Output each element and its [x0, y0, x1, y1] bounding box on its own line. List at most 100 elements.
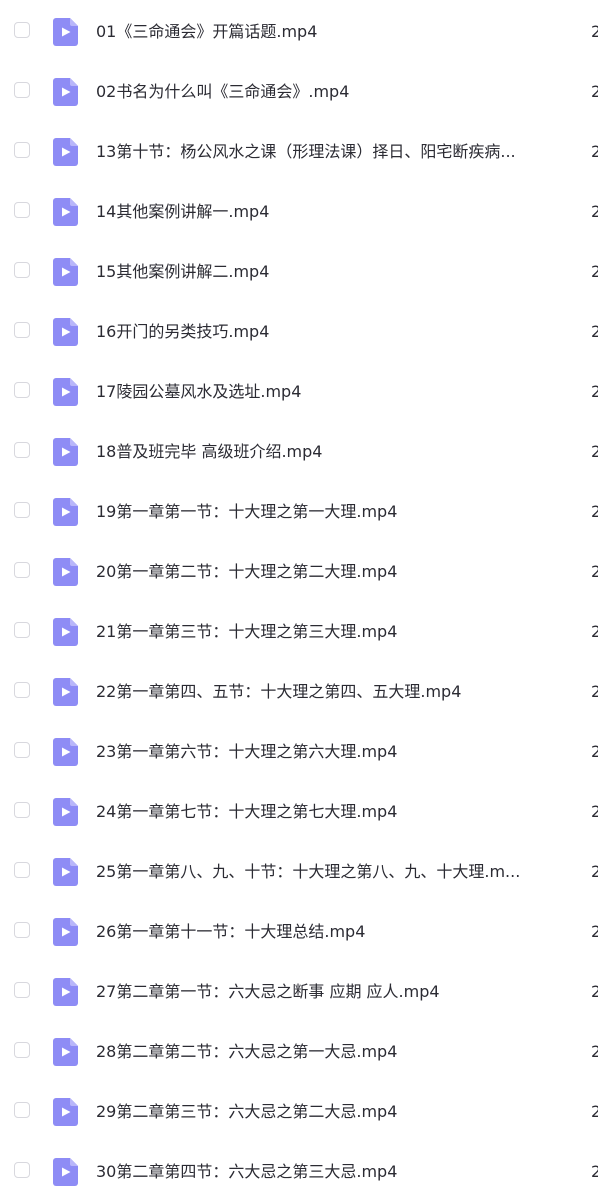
row-checkbox[interactable]	[14, 442, 30, 458]
file-name[interactable]: 20第一章第二节：十大理之第二大理.mp4	[96, 542, 574, 602]
video-file-icon	[53, 978, 78, 1006]
row-checkbox[interactable]	[14, 1162, 30, 1178]
file-name[interactable]: 26第一章第十一节：十大理总结.mp4	[96, 902, 574, 962]
file-row[interactable]: 16开门的另类技巧.mp4 2	[0, 302, 598, 362]
video-file-icon	[53, 678, 78, 706]
row-checkbox[interactable]	[14, 562, 30, 578]
file-name[interactable]: 24第一章第七节：十大理之第七大理.mp4	[96, 782, 574, 842]
video-file-icon	[53, 558, 78, 586]
video-file-icon	[53, 738, 78, 766]
file-size: 2	[591, 1162, 598, 1181]
video-file-icon	[53, 1038, 78, 1066]
file-row[interactable]: 22第一章第四、五节：十大理之第四、五大理.mp4 2	[0, 662, 598, 722]
row-checkbox[interactable]	[14, 682, 30, 698]
file-name[interactable]: 23第一章第六节：十大理之第六大理.mp4	[96, 722, 574, 782]
file-row[interactable]: 19第一章第一节：十大理之第一大理.mp4 2	[0, 482, 598, 542]
file-name[interactable]: 29第二章第三节：六大忌之第二大忌.mp4	[96, 1082, 574, 1142]
row-checkbox[interactable]	[14, 382, 30, 398]
file-size: 2	[591, 862, 598, 881]
row-checkbox[interactable]	[14, 982, 30, 998]
row-checkbox[interactable]	[14, 742, 30, 758]
video-file-icon	[53, 258, 78, 286]
file-list: 01《三命通会》开篇话题.mp4 2 02书名为什么叫《三命通会》.mp4 2 …	[0, 2, 598, 1202]
file-size: 2	[591, 1042, 598, 1061]
file-name[interactable]: 21第一章第三节：十大理之第三大理.mp4	[96, 602, 574, 662]
file-size: 2	[591, 322, 598, 341]
file-size: 2	[591, 262, 598, 281]
row-checkbox[interactable]	[14, 922, 30, 938]
row-checkbox[interactable]	[14, 202, 30, 218]
row-checkbox[interactable]	[14, 22, 30, 38]
row-checkbox[interactable]	[14, 322, 30, 338]
row-checkbox[interactable]	[14, 862, 30, 878]
file-row[interactable]: 17陵园公墓风水及选址.mp4 2	[0, 362, 598, 422]
video-file-icon	[53, 618, 78, 646]
file-name[interactable]: 19第一章第一节：十大理之第一大理.mp4	[96, 482, 574, 542]
file-name[interactable]: 13第十节：杨公风水之课（形理法课）择日、阳宅断疾病...	[96, 122, 574, 182]
file-size: 2	[591, 742, 598, 761]
file-size: 2	[591, 802, 598, 821]
video-file-icon	[53, 438, 78, 466]
video-file-icon	[53, 198, 78, 226]
file-size: 2	[591, 82, 598, 101]
file-row[interactable]: 21第一章第三节：十大理之第三大理.mp4 2	[0, 602, 598, 662]
file-size: 2	[591, 502, 598, 521]
video-file-icon	[53, 1098, 78, 1126]
file-row[interactable]: 20第一章第二节：十大理之第二大理.mp4 2	[0, 542, 598, 602]
row-checkbox[interactable]	[14, 262, 30, 278]
file-row[interactable]: 01《三命通会》开篇话题.mp4 2	[0, 2, 598, 62]
row-checkbox[interactable]	[14, 142, 30, 158]
file-name[interactable]: 27第二章第一节：六大忌之断事 应期 应人.mp4	[96, 962, 574, 1022]
file-size: 2	[591, 22, 598, 41]
file-name[interactable]: 15其他案例讲解二.mp4	[96, 242, 574, 302]
file-size: 2	[591, 202, 598, 221]
video-file-icon	[53, 138, 78, 166]
file-row[interactable]: 18普及班完毕 高级班介绍.mp4 2	[0, 422, 598, 482]
file-size: 2	[591, 562, 598, 581]
file-name[interactable]: 22第一章第四、五节：十大理之第四、五大理.mp4	[96, 662, 574, 722]
row-checkbox[interactable]	[14, 1102, 30, 1118]
file-size: 2	[591, 142, 598, 161]
row-checkbox[interactable]	[14, 82, 30, 98]
file-name[interactable]: 16开门的另类技巧.mp4	[96, 302, 574, 362]
video-file-icon	[53, 18, 78, 46]
file-row[interactable]: 23第一章第六节：十大理之第六大理.mp4 2	[0, 722, 598, 782]
file-size: 2	[591, 442, 598, 461]
file-name[interactable]: 14其他案例讲解一.mp4	[96, 182, 574, 242]
file-row[interactable]: 13第十节：杨公风水之课（形理法课）择日、阳宅断疾病... 2	[0, 122, 598, 182]
video-file-icon	[53, 78, 78, 106]
file-name[interactable]: 02书名为什么叫《三命通会》.mp4	[96, 62, 574, 122]
file-name[interactable]: 18普及班完毕 高级班介绍.mp4	[96, 422, 574, 482]
video-file-icon	[53, 378, 78, 406]
video-file-icon	[53, 798, 78, 826]
file-size: 2	[591, 982, 598, 1001]
video-file-icon	[53, 918, 78, 946]
file-name[interactable]: 28第二章第二节：六大忌之第一大忌.mp4	[96, 1022, 574, 1082]
file-size: 2	[591, 922, 598, 941]
file-row[interactable]: 02书名为什么叫《三命通会》.mp4 2	[0, 62, 598, 122]
video-file-icon	[53, 1158, 78, 1186]
file-row[interactable]: 27第二章第一节：六大忌之断事 应期 应人.mp4 2	[0, 962, 598, 1022]
file-size: 2	[591, 622, 598, 641]
file-name[interactable]: 25第一章第八、九、十节：十大理之第八、九、十大理.m...	[96, 842, 574, 902]
file-name[interactable]: 01《三命通会》开篇话题.mp4	[96, 2, 574, 62]
row-checkbox[interactable]	[14, 1042, 30, 1058]
file-size: 2	[591, 1102, 598, 1121]
video-file-icon	[53, 858, 78, 886]
file-row[interactable]: 14其他案例讲解一.mp4 2	[0, 182, 598, 242]
file-name[interactable]: 30第二章第四节：六大忌之第三大忌.mp4	[96, 1142, 574, 1202]
file-row[interactable]: 30第二章第四节：六大忌之第三大忌.mp4 2	[0, 1142, 598, 1202]
file-row[interactable]: 24第一章第七节：十大理之第七大理.mp4 2	[0, 782, 598, 842]
file-size: 2	[591, 382, 598, 401]
video-file-icon	[53, 498, 78, 526]
file-row[interactable]: 26第一章第十一节：十大理总结.mp4 2	[0, 902, 598, 962]
row-checkbox[interactable]	[14, 622, 30, 638]
file-name[interactable]: 17陵园公墓风水及选址.mp4	[96, 362, 574, 422]
file-row[interactable]: 15其他案例讲解二.mp4 2	[0, 242, 598, 302]
file-row[interactable]: 28第二章第二节：六大忌之第一大忌.mp4 2	[0, 1022, 598, 1082]
row-checkbox[interactable]	[14, 502, 30, 518]
file-row[interactable]: 29第二章第三节：六大忌之第二大忌.mp4 2	[0, 1082, 598, 1142]
video-file-icon	[53, 318, 78, 346]
file-row[interactable]: 25第一章第八、九、十节：十大理之第八、九、十大理.m... 2	[0, 842, 598, 902]
row-checkbox[interactable]	[14, 802, 30, 818]
